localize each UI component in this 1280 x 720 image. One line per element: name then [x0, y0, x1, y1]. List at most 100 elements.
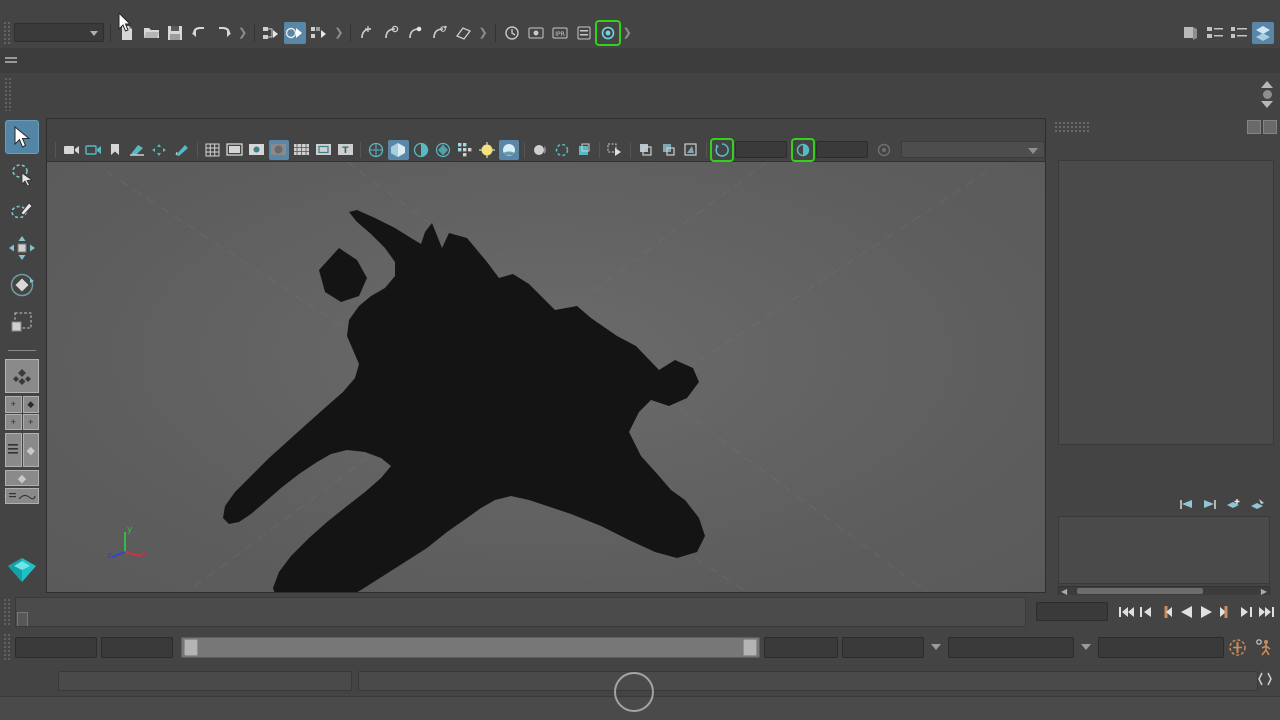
scroll-down-icon[interactable] [1261, 100, 1273, 108]
channel-box-icon[interactable] [1252, 21, 1274, 44]
multisample-icon[interactable] [552, 140, 572, 160]
range-slider-grip[interactable] [3, 633, 12, 661]
render-settings-icon[interactable] [573, 22, 595, 44]
anim-start-time-field[interactable] [15, 636, 97, 658]
collapse-arrow-icon[interactable]: ❯ [475, 26, 490, 39]
bookmark-icon[interactable] [105, 140, 125, 160]
range-bar[interactable] [181, 636, 760, 658]
select-component-icon[interactable] [308, 22, 330, 44]
close-button[interactable] [1263, 120, 1277, 134]
select-camera-icon[interactable] [61, 140, 81, 160]
undo-icon[interactable] [188, 22, 210, 44]
undock-button[interactable] [1247, 120, 1261, 134]
time-slider[interactable] [15, 596, 1026, 627]
select-tool[interactable] [5, 120, 39, 154]
two-d-pan-zoom-icon[interactable] [149, 140, 169, 160]
range-left-handle[interactable] [184, 638, 198, 656]
collapse-arrow-icon[interactable]: ❯ [331, 26, 346, 39]
chevron-down-icon[interactable] [1081, 644, 1091, 650]
play-forwards-button[interactable] [1196, 601, 1216, 623]
collapse-arrow-icon[interactable]: ❯ [620, 26, 635, 39]
time-slider-grip[interactable] [3, 597, 12, 626]
render-view-icon[interactable] [594, 19, 621, 46]
gate-mask-icon[interactable] [268, 139, 289, 160]
shelf-tab-menu-icon[interactable] [0, 48, 22, 73]
spaceship-model-silhouette[interactable] [47, 162, 1045, 592]
menu-set-selector[interactable] [14, 23, 104, 42]
script-editor-icon[interactable] [1255, 669, 1275, 689]
move-layer-down-icon[interactable] [1202, 498, 1218, 511]
rotate-tool[interactable] [5, 268, 39, 302]
paint-select-tool[interactable] [5, 194, 39, 228]
single-perspective-layout[interactable] [5, 359, 39, 393]
exposure-value-field[interactable] [734, 141, 787, 158]
gamma-value-field[interactable] [815, 141, 868, 158]
layout-persp-pane[interactable]: ◆ [22, 433, 39, 467]
shelf-grip[interactable] [4, 77, 13, 111]
anim-end-time-field[interactable] [842, 636, 924, 658]
tool-settings-icon[interactable] [1228, 22, 1250, 44]
lasso-select-tool[interactable] [5, 157, 39, 191]
ipr-render-icon[interactable]: IPR [549, 22, 571, 44]
exposure-icon[interactable] [709, 137, 734, 162]
safe-action-icon[interactable] [313, 140, 333, 160]
motion-blur-icon[interactable] [530, 140, 550, 160]
layer-list[interactable] [1058, 516, 1270, 584]
snap-point-icon[interactable] [404, 22, 426, 44]
current-frame-field[interactable] [1036, 602, 1108, 621]
depth-of-field-icon[interactable] [574, 140, 594, 160]
chevron-down-icon[interactable] [931, 644, 941, 650]
play-backwards-button[interactable] [1176, 601, 1196, 623]
viewport-canvas[interactable]: y x z [47, 162, 1045, 592]
lock-camera-icon[interactable] [83, 140, 103, 160]
safe-title-icon[interactable]: T [335, 140, 355, 160]
xray-active-components-icon[interactable] [681, 140, 701, 160]
wireframe-icon[interactable] [366, 140, 386, 160]
go-to-end-button[interactable] [1256, 601, 1276, 623]
field-chart-icon[interactable] [291, 140, 311, 160]
step-back-frame-button[interactable] [1156, 601, 1176, 623]
select-object-icon[interactable] [284, 21, 307, 44]
scale-tool[interactable] [5, 305, 39, 339]
step-forward-frame-button[interactable] [1216, 601, 1236, 623]
collapse-arrow-icon[interactable]: ❯ [235, 26, 250, 39]
snap-view-plane-icon[interactable] [452, 22, 474, 44]
persp-graph-layout-bottom[interactable] [5, 488, 39, 504]
layout-quad-br[interactable]: + [22, 413, 39, 430]
move-tool[interactable] [5, 231, 39, 265]
four-view-layout[interactable]: + ◆ + + [5, 396, 39, 430]
show-hide-editor-icon[interactable] [1180, 22, 1202, 44]
range-start-time-field[interactable] [101, 636, 173, 658]
grid-toggle-icon[interactable] [203, 140, 223, 160]
gamma-icon[interactable] [790, 137, 815, 162]
statusline-grip[interactable] [3, 20, 12, 45]
attribute-editor-icon[interactable] [1204, 22, 1226, 44]
channel-box-content[interactable] [1058, 160, 1274, 445]
time-slider-playhead[interactable] [17, 611, 28, 626]
film-gate-icon[interactable] [225, 140, 245, 160]
scroll-up-icon[interactable] [1261, 80, 1273, 88]
xray-joints-icon[interactable] [658, 140, 678, 160]
range-end-time-field[interactable] [764, 636, 838, 658]
layout-quad-tl[interactable]: + [5, 396, 22, 413]
outliner-persp-layout[interactable]: ◆ [5, 433, 39, 467]
create-layer-from-selected-icon[interactable] [1250, 498, 1266, 511]
image-plane-icon[interactable] [127, 140, 147, 160]
use-all-lights-icon[interactable] [455, 140, 475, 160]
layout-outliner-pane[interactable] [5, 433, 22, 467]
panel-grip[interactable] [1054, 121, 1090, 133]
shelf-scroll-controls[interactable] [1258, 73, 1276, 115]
snap-curve-icon[interactable] [380, 22, 402, 44]
screen-space-ao-icon[interactable] [498, 139, 520, 160]
command-line-input[interactable] [58, 671, 352, 691]
smooth-shade-all-icon[interactable] [388, 139, 409, 160]
animation-preferences-icon[interactable] [1250, 638, 1276, 657]
auto-keyframe-icon[interactable] [1224, 638, 1250, 657]
range-right-handle[interactable] [743, 638, 757, 656]
layout-quad-tr[interactable]: ◆ [22, 396, 39, 413]
persp-graph-layout-top[interactable]: ◆ [5, 470, 39, 486]
scrollbar-thumb[interactable] [1077, 588, 1204, 594]
move-layer-up-icon[interactable] [1178, 498, 1194, 511]
view-transform-selector[interactable] [901, 141, 1046, 158]
grease-pencil-icon[interactable] [172, 140, 192, 160]
